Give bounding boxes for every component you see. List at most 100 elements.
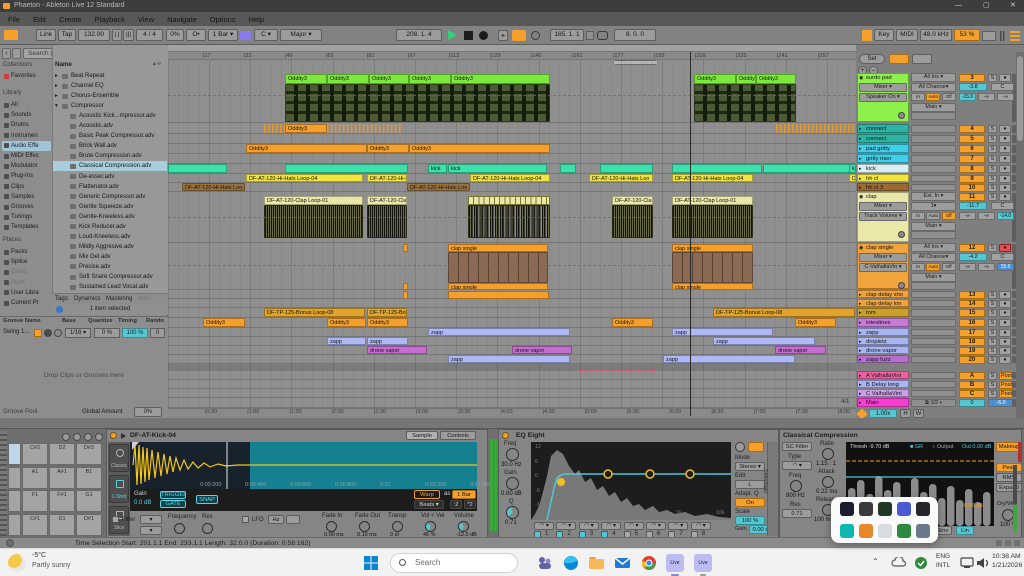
track-clap-pan[interactable]: C: [991, 202, 1014, 210]
track-tom-arm[interactable]: ●: [999, 309, 1011, 317]
track-clap-channel-select[interactable]: 1▾: [911, 202, 956, 211]
simpler-knob-volume[interactable]: [458, 521, 469, 532]
clip-df-tp-125-bon[interactable]: DF-TP-125-Bon: [367, 308, 407, 317]
tap-button[interactable]: Tap: [58, 29, 76, 41]
track-zapp-activator[interactable]: 17: [959, 329, 985, 337]
eq8-activator-led[interactable]: [502, 432, 509, 439]
clip[interactable]: [448, 291, 549, 299]
sample-rate[interactable]: 48.0 kHz: [920, 29, 952, 41]
track-kick-activator[interactable]: 8: [959, 165, 985, 173]
browser-item-mildly-aggresive-adv[interactable]: Mildly Aggresive.adv: [53, 242, 167, 252]
track-drone-vapor-name[interactable]: ▸drone vapor: [857, 346, 909, 354]
clip[interactable]: [403, 283, 408, 290]
collapse-icon[interactable]: ▸: [859, 175, 862, 182]
clip[interactable]: [168, 164, 227, 173]
simpler-knob-fadein[interactable]: [326, 521, 337, 532]
clip[interactable]: [600, 164, 653, 173]
collapse-icon[interactable]: ▸: [859, 165, 862, 173]
eq8-band-4-shape[interactable]: ◠ ▾: [601, 522, 621, 530]
track-clap-activator[interactable]: 11: [959, 193, 985, 201]
clip-drone-vapor[interactable]: drone vapor: [775, 346, 826, 354]
track-pad-gritty-activator[interactable]: 6: [959, 145, 985, 153]
eq8-band-5-shape[interactable]: ◠ ▾: [624, 522, 644, 530]
track-connect-route[interactable]: [911, 125, 956, 133]
track-surdo-pad-monitor-auto[interactable]: Auto: [926, 93, 940, 101]
compressor-rms-button[interactable]: RMS: [996, 473, 1022, 482]
simpler-filter-type[interactable]: ▾: [140, 515, 162, 524]
clip-df-at-120-cla[interactable]: DF-AT-120-Cla: [612, 196, 653, 205]
eq8-sidechain-strip[interactable]: [767, 442, 778, 536]
track-gritty-riser-activator[interactable]: 7: [959, 155, 985, 163]
eq8-mode-select[interactable]: Stereo ▾: [735, 462, 765, 471]
compressor-filter-type[interactable]: ◠ ▾: [782, 461, 812, 470]
clip[interactable]: [468, 196, 550, 205]
taskbar-search[interactable]: Search: [390, 553, 518, 573]
simpler-filter-checkbox[interactable]: [112, 516, 119, 523]
track-dropletz-arm[interactable]: ●: [999, 338, 1011, 346]
clip-oddity3[interactable]: Oddity3: [285, 74, 327, 84]
track-hh-cl-3-solo[interactable]: S: [988, 184, 997, 192]
clip-clap-single[interactable]: clap single: [448, 244, 548, 252]
track-clap-single-arm[interactable]: ●: [999, 244, 1011, 252]
sidebar-item-userlibra[interactable]: User Libra: [2, 288, 51, 298]
key-note[interactable]: C ▾: [254, 29, 278, 41]
sidebar-item-currentpr[interactable]: Current Pr: [2, 298, 51, 308]
track-b-delay-long-solo[interactable]: S: [988, 381, 997, 389]
track-surdo-pad-param-select[interactable]: Speaker On ▾: [859, 93, 907, 102]
tray-app-icon-9[interactable]: [916, 524, 930, 538]
track-hh-cl-route[interactable]: [911, 175, 956, 182]
track-connect-activator[interactable]: 5: [959, 135, 985, 143]
track-tom-name[interactable]: ▸tom: [857, 308, 909, 317]
clip-df-tp-125-bonus-loop-08[interactable]: DF-TP-125-Bonus Loop-08: [713, 308, 855, 317]
browser-item-gentle-squeeze-adv[interactable]: Gentle Squeeze.adv: [53, 202, 167, 212]
clip[interactable]: [448, 252, 548, 283]
tray-app-icon-4[interactable]: [916, 502, 930, 516]
browser-item-acoustic-kick---mpressor-adv[interactable]: Acoustic Kick...mpressor.adv: [53, 111, 167, 121]
browser-item-chorus-ensemble[interactable]: ▸Chorus-Ensemble: [53, 91, 167, 101]
track-clap-single-send-1[interactable]: -∞: [978, 263, 995, 271]
clip-oddity3[interactable]: Oddity3: [369, 74, 409, 84]
drum-pad-a1[interactable]: A1: [22, 467, 48, 489]
taskbar-live2-icon[interactable]: Live: [694, 554, 712, 572]
track-clap-delay-sho-arm[interactable]: ●: [999, 291, 1011, 299]
drumrack-view-icon[interactable]: [73, 433, 81, 441]
taskbar-time[interactable]: 10:38 AM: [992, 553, 1021, 560]
track-clap-single-activator[interactable]: 12: [959, 244, 985, 252]
clip-oddity3[interactable]: Oddity3: [451, 74, 550, 84]
tray-app-icon-2[interactable]: [878, 502, 892, 516]
compressor-res-value[interactable]: 0.71: [782, 509, 812, 518]
track-surdo-pad-solo[interactable]: S: [988, 74, 997, 82]
clip-df-at-120-cla[interactable]: DF-AT-120-Cla: [367, 196, 407, 205]
sidebar-item-sounds[interactable]: Sounds: [2, 110, 51, 120]
clip-clap-single[interactable]: clap single: [672, 244, 753, 252]
taskbar-volume-icon[interactable]: [974, 554, 992, 572]
track-intestines-solo[interactable]: S: [988, 319, 997, 327]
track-zapp-fuzz-solo[interactable]: S: [988, 356, 997, 364]
simpler-double-button[interactable]: *2: [464, 500, 476, 509]
drumrack-view-icon[interactable]: [95, 433, 103, 441]
track-surdo-pad-send-1[interactable]: -∞: [978, 93, 995, 101]
clip-df-tp-125-bonus-loop-08[interactable]: DF-TP-125-Bonus Loop-08: [264, 308, 365, 317]
track-clap-delay-lon-arm[interactable]: ●: [999, 300, 1011, 308]
track-kick-name[interactable]: ▸kick: [857, 164, 909, 173]
drumrack-view-icon[interactable]: [62, 433, 70, 441]
track-clap-single-monitor-off[interactable]: Off: [942, 263, 956, 271]
menu-file[interactable]: File: [8, 15, 20, 24]
tray-app-icon-6[interactable]: [859, 524, 873, 538]
track-zapp-fuzz-activator[interactable]: 20: [959, 356, 985, 364]
browser-back-button[interactable]: ‹: [2, 48, 11, 59]
loop-brace[interactable]: [613, 60, 658, 65]
simpler-tab-sample[interactable]: Sample: [406, 431, 438, 440]
browser-item-flattenator-adv[interactable]: Flattenator.adv: [53, 182, 167, 192]
clip[interactable]: [264, 205, 363, 238]
sidebar-item-samples[interactable]: Samples: [2, 192, 51, 202]
track-dropletz-name[interactable]: ▸dropletz: [857, 337, 909, 345]
simpler-warp-button[interactable]: Warp: [414, 490, 440, 499]
track-hh-cl-3-route[interactable]: [911, 184, 956, 191]
track-clap-single-volume[interactable]: -4.2: [959, 253, 987, 261]
menu-navigate[interactable]: Navigate: [167, 15, 197, 24]
lane-a-valhallavint[interactable]: [168, 371, 856, 380]
track-c-valhallavint-activator[interactable]: C: [959, 390, 985, 398]
track-a-valhallavint-activator[interactable]: A: [959, 372, 985, 380]
track-surdo-pad-send-2[interactable]: -∞: [997, 93, 1014, 101]
